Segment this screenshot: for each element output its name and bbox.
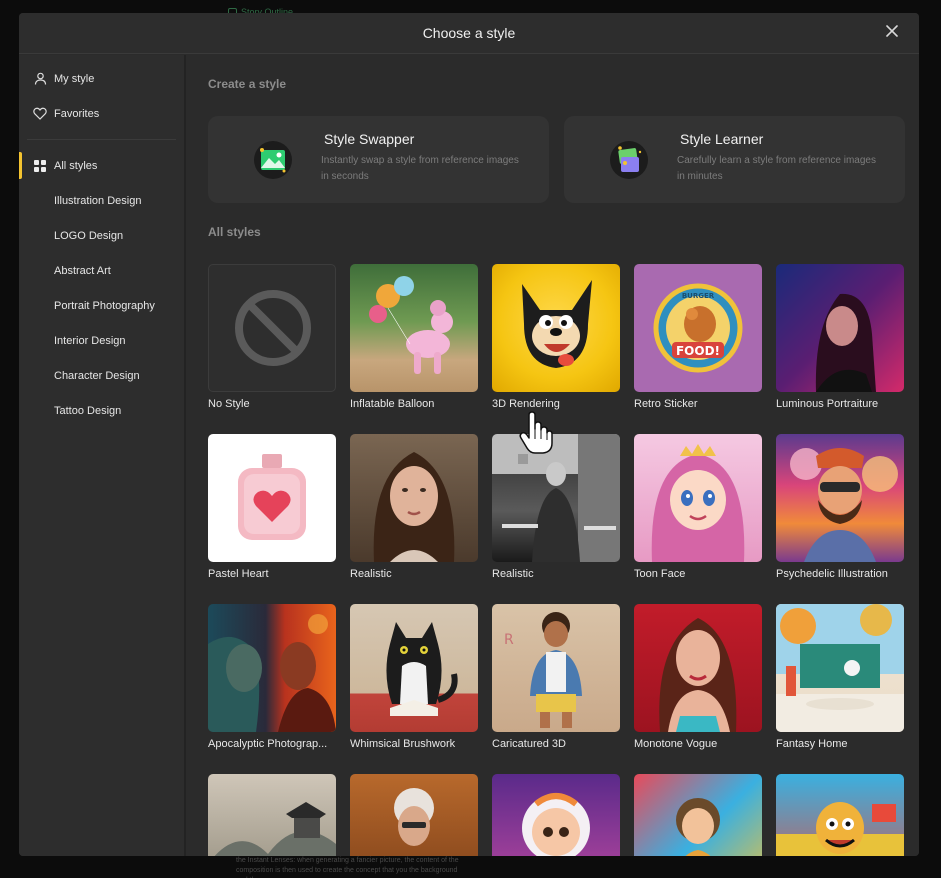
sidebar-item-character-design[interactable]: Character Design <box>19 358 184 393</box>
style-thumbnail <box>634 434 762 562</box>
style-card-row4-5[interactable] <box>776 774 904 856</box>
style-card-label: Retro Sticker <box>634 398 698 410</box>
style-card-fantasy-home[interactable]: Fantasy Home <box>776 604 904 750</box>
style-card-row4-3[interactable] <box>492 774 620 856</box>
style-thumbnail <box>492 264 620 392</box>
style-card-realistic-portrait[interactable]: Realistic <box>350 434 478 580</box>
style-picker-modal: Choose a style My style Favorites All st… <box>19 13 919 856</box>
no-style-thumbnail <box>208 264 336 392</box>
svg-text:R: R <box>504 632 514 648</box>
style-swapper-title: Style Swapper <box>324 131 415 147</box>
style-card-psychedelic-illustration[interactable]: Psychedelic Illustration <box>776 434 904 580</box>
image-swap-icon <box>253 140 293 180</box>
style-learner-description: Carefully learn a style from reference i… <box>677 155 876 182</box>
style-card-label: Inflatable Balloon <box>350 398 435 410</box>
style-swapper-card[interactable]: Style Swapper Instantly swap a style fro… <box>208 116 549 203</box>
style-card-caricatured-3d[interactable]: R Caricatured 3D <box>492 604 620 750</box>
style-thumbnail <box>776 434 904 562</box>
style-card-label: Pastel Heart <box>208 568 269 580</box>
style-thumbnail <box>208 774 336 856</box>
style-card-row4-2[interactable] <box>350 774 478 856</box>
style-card-row4-4[interactable] <box>634 774 762 856</box>
heart-icon <box>33 107 47 121</box>
style-thumbnail <box>776 264 904 392</box>
style-thumbnail <box>208 604 336 732</box>
style-thumbnail: FOOD! BURGER <box>634 264 762 392</box>
hand-cursor-icon <box>519 411 557 457</box>
modal-title: Choose a style <box>422 25 516 41</box>
sidebar-item-interior-design[interactable]: Interior Design <box>19 323 184 358</box>
sidebar-item-label: My style <box>54 72 95 85</box>
style-thumbnail <box>208 434 336 562</box>
style-thumbnail <box>492 774 620 856</box>
prohibited-icon <box>235 290 311 366</box>
sticker-text: FOOD! <box>676 344 720 358</box>
sidebar-item-logo-design[interactable]: LOGO Design <box>19 218 184 253</box>
style-card-toon-face[interactable]: Toon Face <box>634 434 762 580</box>
main-panel: Create a style Style Swapper Instantly s… <box>188 55 919 856</box>
style-thumbnail <box>776 774 904 856</box>
style-card-retro-sticker[interactable]: FOOD! BURGER Retro Sticker <box>634 264 762 410</box>
style-learner-title: Style Learner <box>680 131 764 147</box>
style-thumbnail: R <box>492 604 620 732</box>
sidebar-item-all-styles[interactable]: All styles <box>19 148 184 183</box>
modal-header: Choose a style <box>19 13 919 54</box>
style-card-label: Whimsical Brushwork <box>350 738 456 750</box>
sidebar-item-my-style[interactable]: My style <box>19 61 184 96</box>
style-card-label: Caricatured 3D <box>492 738 566 750</box>
style-card-label: Fantasy Home <box>776 738 848 750</box>
style-thumbnail <box>634 604 762 732</box>
style-card-label: No Style <box>208 398 250 410</box>
style-card-label: Apocalyptic Photograp... <box>208 738 328 750</box>
style-card-3d-rendering[interactable]: 3D Rendering <box>492 264 620 410</box>
user-icon <box>33 72 47 86</box>
sidebar-item-portrait-photography[interactable]: Portrait Photography <box>19 288 184 323</box>
style-card-apocalyptic-photography[interactable]: Apocalyptic Photograp... <box>208 604 336 750</box>
style-card-label: Luminous Portraiture <box>776 398 879 410</box>
style-swapper-description: Instantly swap a style from reference im… <box>321 155 519 182</box>
close-icon[interactable] <box>883 24 901 42</box>
all-styles-heading: All styles <box>208 225 261 239</box>
style-card-whimsical-brushwork[interactable]: Whimsical Brushwork <box>350 604 478 750</box>
style-card-row4-1[interactable] <box>208 774 336 856</box>
sidebar-item-label: Favorites <box>54 107 100 120</box>
sidebar: My style Favorites All styles Illustrati… <box>19 55 186 856</box>
style-card-inflatable-balloon[interactable]: Inflatable Balloon <box>350 264 478 410</box>
style-thumbnail <box>350 434 478 562</box>
sticker-top-text: BURGER <box>682 292 715 300</box>
style-card-no-style[interactable]: No Style <box>208 264 336 410</box>
style-thumbnail <box>350 604 478 732</box>
style-thumbnail <box>776 604 904 732</box>
style-learner-card[interactable]: Style Learner Carefully learn a style fr… <box>564 116 905 203</box>
style-thumbnail <box>350 774 478 856</box>
grid-icon <box>33 159 47 173</box>
sidebar-item-tattoo-design[interactable]: Tattoo Design <box>19 393 184 428</box>
sidebar-item-illustration-design[interactable]: Illustration Design <box>19 183 184 218</box>
sidebar-item-abstract-art[interactable]: Abstract Art <box>19 253 184 288</box>
style-card-label: 3D Rendering <box>492 398 560 410</box>
style-thumbnail <box>634 774 762 856</box>
sidebar-item-label: All styles <box>54 159 98 172</box>
style-card-label: Psychedelic Illustration <box>776 568 888 580</box>
style-learner-icon <box>609 140 649 180</box>
sidebar-item-favorites[interactable]: Favorites <box>19 96 184 131</box>
style-card-label: Monotone Vogue <box>634 738 718 750</box>
style-thumbnail <box>350 264 478 392</box>
style-card-luminous-portraiture[interactable]: Luminous Portraiture <box>776 264 904 410</box>
style-card-pastel-heart[interactable]: Pastel Heart <box>208 434 336 580</box>
background-text: the Instant Lenses: when generating a fa… <box>236 857 459 878</box>
style-card-monotone-vogue[interactable]: Monotone Vogue <box>634 604 762 750</box>
style-card-label: Toon Face <box>634 568 686 580</box>
style-card-label: Realistic <box>350 568 392 580</box>
style-card-label: Realistic <box>492 568 534 580</box>
sidebar-divider <box>27 139 176 140</box>
create-style-heading: Create a style <box>208 77 287 91</box>
